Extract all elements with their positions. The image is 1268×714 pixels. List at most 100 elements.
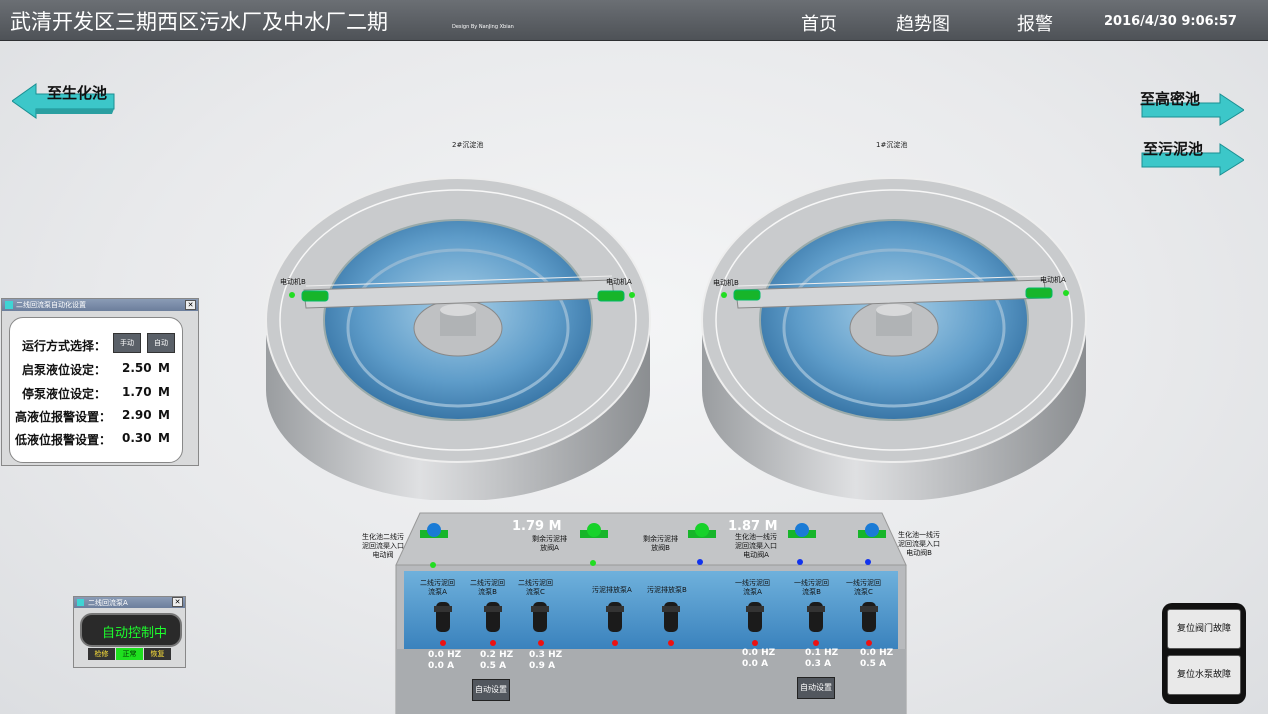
pump-label: 污泥排放泵A	[592, 586, 632, 594]
valve-icon[interactable]	[786, 522, 820, 546]
auto-button[interactable]: 自动	[147, 333, 175, 353]
tank2-motor-a-label: 电动机A	[606, 278, 632, 286]
low-alarm-label: 低液位报警设置：	[15, 433, 112, 447]
tank1-motor-a-status	[1063, 290, 1069, 296]
pump-label: 一线污泥回 流泵A	[735, 579, 770, 596]
pump-current: 0.3 A	[805, 659, 832, 669]
high-alarm-label: 高液位报警设置：	[15, 410, 112, 424]
tank1-motor-a-label: 电动机A	[1040, 276, 1066, 284]
window-icon	[5, 301, 13, 309]
pump-label: 二线污泥回 流泵A	[420, 579, 455, 596]
nav-alarm[interactable]: 报警	[1017, 10, 1053, 36]
pump-status	[440, 640, 446, 646]
low-alarm-unit: M	[158, 431, 170, 445]
high-alarm-unit: M	[158, 408, 170, 422]
tank1-graphic	[701, 177, 1087, 500]
window-titlebar[interactable]: 二线回流泵自动化设置 ✕	[2, 299, 198, 311]
level-left-value: 1.79 M	[512, 519, 562, 534]
window-title: 二线回流泵A	[88, 599, 128, 607]
nav-home[interactable]: 首页	[801, 10, 837, 36]
title-bar: 武清开发区三期西区污水厂及中水厂二期 Design By NanJing Xbi…	[0, 0, 1268, 41]
stop-level-unit: M	[158, 385, 170, 399]
valve-line2-inlet-label: 生化池二线污 泥回流渠入口 电动阀	[362, 533, 404, 559]
to-highdensity-label: 至高密池	[1140, 90, 1201, 108]
pump-status	[490, 640, 496, 646]
start-level-label: 启泵液位设定：	[22, 363, 107, 377]
pump-icon[interactable]	[660, 600, 682, 636]
high-alarm-value[interactable]: 2.90	[122, 408, 152, 422]
valve-status	[590, 560, 596, 566]
auto-setting-button-line1[interactable]: 自动设置	[797, 677, 835, 699]
settings-panel: 运行方式选择： 手动 自动 启泵液位设定： 2.50 M 停泵液位设定： 1.7…	[9, 317, 183, 463]
tank2-motor-b-label: 电动机B	[280, 278, 306, 286]
pump-icon[interactable]	[744, 600, 766, 636]
pump-status	[752, 640, 758, 646]
auto-control-indicator: 自动控制中	[80, 613, 182, 647]
pump-frequency: 0.0 HZ	[428, 650, 462, 660]
valve-line1-inlet-a-label: 生化池一线污 泥回流渠入口 电动阀A	[735, 533, 777, 559]
window-titlebar[interactable]: 二线回流泵A ✕	[74, 597, 185, 608]
mode-label: 运行方式选择：	[22, 339, 107, 353]
motor-icon[interactable]	[300, 288, 332, 304]
datetime: 2016/4/30 9:06:57	[1104, 14, 1237, 29]
pump-icon[interactable]	[604, 600, 626, 636]
maintenance-button[interactable]: 检修	[88, 648, 115, 660]
to-bio-link[interactable]: 至生化池	[11, 82, 116, 120]
auto-control-status: 自动控制中	[102, 626, 168, 641]
valve-icon[interactable]	[686, 522, 720, 546]
reset-valve-fault-button[interactable]: 复位阀门故障	[1167, 609, 1241, 649]
pump-icon[interactable]	[529, 600, 551, 636]
low-alarm-value[interactable]: 0.30	[122, 431, 152, 445]
pump-label: 一线污泥回 流泵B	[794, 579, 829, 596]
to-highdensity-link[interactable]: 至高密池	[1140, 88, 1245, 126]
pump-icon[interactable]	[432, 600, 454, 636]
motor-icon[interactable]	[1024, 285, 1056, 301]
pump-current: 0.9 A	[529, 661, 556, 671]
valve-icon[interactable]	[418, 522, 452, 546]
valve-line1-inlet-b-label: 生化池一线污 泥回流渠入口 电动阀B	[898, 531, 940, 557]
pump-status	[668, 640, 674, 646]
manual-button[interactable]: 手动	[113, 333, 141, 353]
recover-button[interactable]: 恢复	[144, 648, 171, 660]
motor-icon[interactable]	[596, 288, 628, 304]
pump-status	[813, 640, 819, 646]
close-icon[interactable]: ✕	[185, 300, 196, 310]
tank2-motor-b-status	[289, 292, 295, 298]
stop-level-value[interactable]: 1.70	[122, 385, 152, 399]
app-title: 武清开发区三期西区污水厂及中水厂二期	[10, 10, 388, 34]
stop-level-label: 停泵液位设定：	[22, 387, 107, 401]
close-icon[interactable]: ✕	[172, 597, 183, 607]
nav-trend[interactable]: 趋势图	[896, 10, 950, 36]
valve-icon[interactable]	[578, 522, 612, 546]
pump-frequency: 0.0 HZ	[860, 648, 894, 658]
window-title: 二线回流泵自动化设置	[16, 301, 86, 309]
valve-status	[430, 562, 436, 568]
pump-frequency: 0.1 HZ	[805, 648, 839, 658]
normal-button[interactable]: 正常	[116, 648, 143, 660]
level-right-value: 1.87 M	[728, 519, 778, 534]
pump-frequency: 0.2 HZ	[480, 650, 514, 660]
start-level-value[interactable]: 2.50	[122, 361, 152, 375]
valve-icon[interactable]	[856, 522, 890, 546]
pump-a-window: 二线回流泵A ✕ 自动控制中 检修 正常 恢复	[73, 596, 186, 668]
tank2-label: 2#沉淀池	[452, 141, 484, 149]
reset-pump-fault-button[interactable]: 复位水泵故障	[1167, 655, 1241, 695]
to-sludge-label: 至污泥池	[1143, 140, 1204, 158]
pump-icon[interactable]	[858, 600, 880, 636]
pump-status	[612, 640, 618, 646]
auto-setting-button-line2[interactable]: 自动设置	[472, 679, 510, 701]
pump-icon[interactable]	[482, 600, 504, 636]
to-sludge-link[interactable]: 至污泥池	[1140, 138, 1245, 176]
pump-automation-settings-window: 二线回流泵自动化设置 ✕ 运行方式选择： 手动 自动 启泵液位设定： 2.50 …	[1, 298, 199, 466]
pump-status	[538, 640, 544, 646]
excess-sludge-valve-a-label: 剩余污泥排 放阀A	[532, 535, 567, 552]
motor-icon[interactable]	[732, 287, 764, 303]
pump-current: 0.5 A	[860, 659, 887, 669]
pump-current: 0.0 A	[428, 661, 455, 671]
pump-icon[interactable]	[805, 600, 827, 636]
pump-frequency: 0.0 HZ	[742, 648, 776, 658]
valve-status	[797, 559, 803, 565]
start-level-unit: M	[158, 361, 170, 375]
tank2-graphic	[265, 177, 651, 500]
pump-label: 二线污泥回 流泵C	[518, 579, 553, 596]
